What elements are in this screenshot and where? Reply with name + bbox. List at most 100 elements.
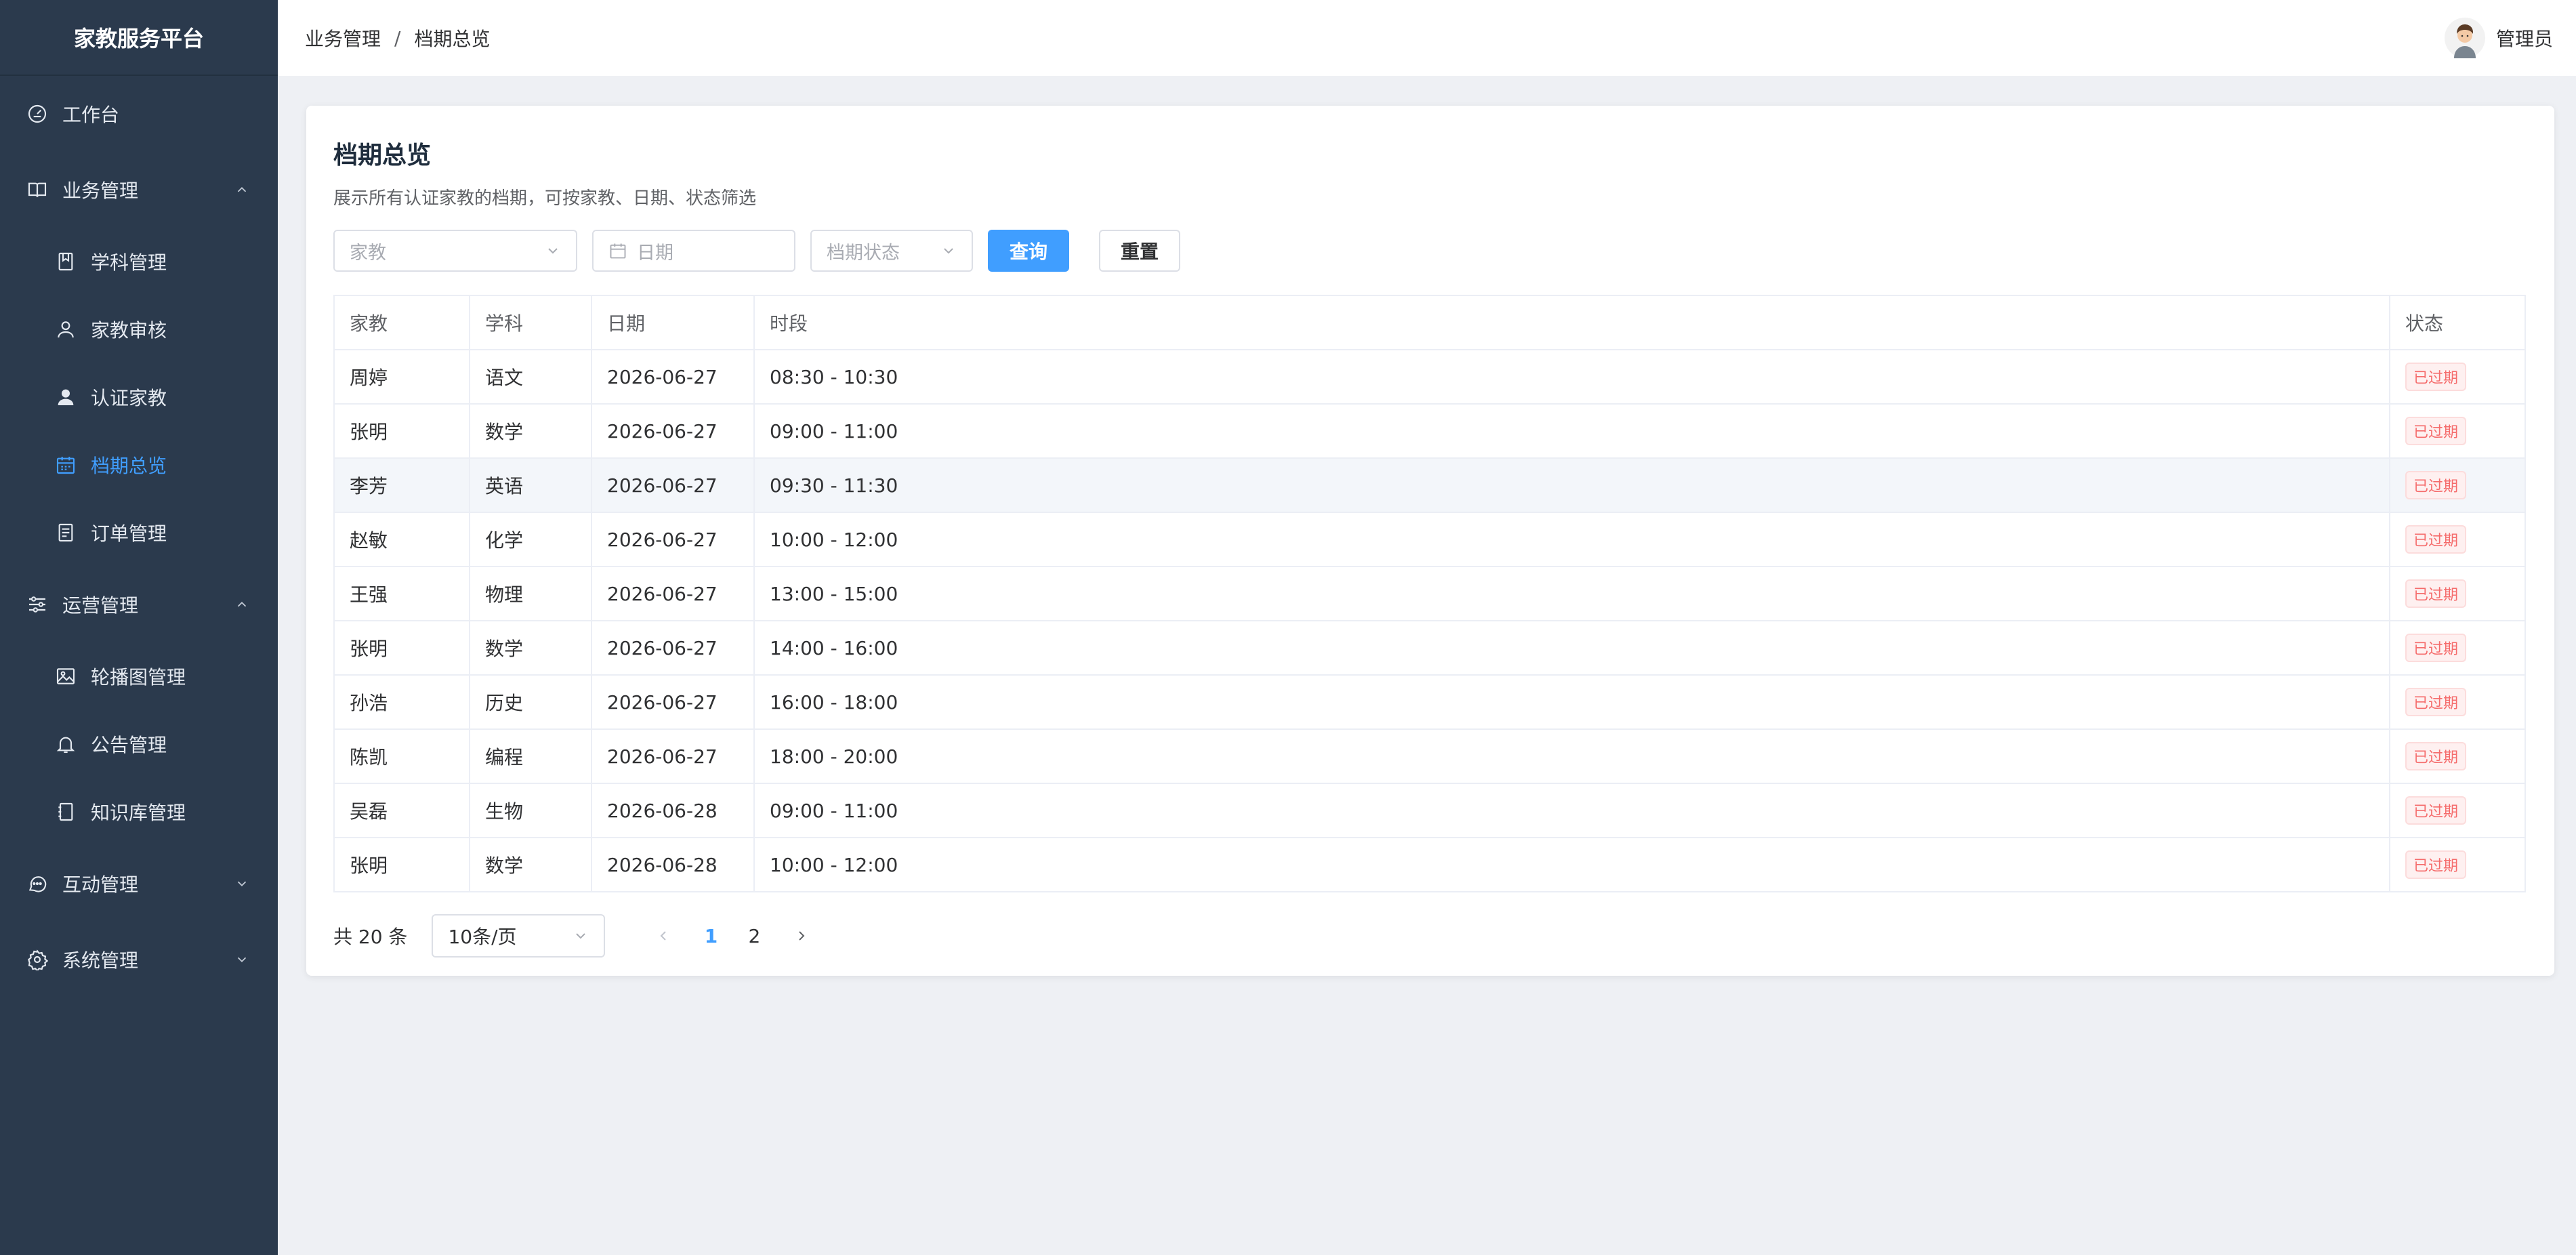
- date-picker[interactable]: 日期: [592, 230, 795, 272]
- column-header: 学科: [469, 295, 592, 350]
- status-badge: 已过期: [2405, 417, 2467, 445]
- page-title: 档期总览: [333, 142, 432, 169]
- sidebar-item-knowledge-base[interactable]: 知识库管理: [0, 778, 278, 846]
- status-badge: 已过期: [2405, 471, 2467, 499]
- status-cell: 已过期: [2389, 349, 2526, 405]
- sidebar: 家教服务平台 工作台 业务管理 学科管理 家教审核 认证家教 档期总览 订单管理…: [0, 0, 278, 1255]
- sidebar-item-announcements[interactable]: 公告管理: [0, 710, 278, 778]
- status-cell: 已过期: [2389, 512, 2526, 567]
- chevron-down-icon: [548, 248, 558, 254]
- table-row[interactable]: 李芳 英语 2026-06-27 09:30 - 11:30 已过期: [333, 457, 2526, 513]
- sidebar-item-system[interactable]: 系统管理: [0, 922, 278, 997]
- status-cell: 已过期: [2389, 457, 2526, 513]
- sidebar-item-workbench[interactable]: 工作台: [0, 76, 278, 152]
- book-icon: [26, 178, 49, 201]
- calendar-icon: [54, 453, 77, 476]
- user-filled-icon: [54, 386, 77, 409]
- status-select-placeholder: 档期状态: [827, 242, 900, 264]
- gear-icon: [26, 948, 49, 971]
- top-header: 业务管理 / 档期总览 管理员: [278, 0, 2576, 76]
- status-badge: 已过期: [2405, 363, 2467, 391]
- sidebar-item-orders[interactable]: 订单管理: [0, 499, 278, 567]
- tutor-cell: 周婷: [333, 349, 470, 405]
- bell-icon: [54, 733, 77, 756]
- tutor-select[interactable]: 家教: [333, 230, 577, 272]
- prev-page-icon[interactable]: [655, 928, 671, 944]
- tutor-cell: 孙浩: [333, 674, 470, 730]
- sidebar-item-label: 档期总览: [91, 455, 167, 477]
- date-cell: 2026-06-27: [591, 674, 755, 730]
- tutor-cell: 张明: [333, 620, 470, 676]
- document-icon: [54, 521, 77, 544]
- user-menu[interactable]: 管理员: [2444, 0, 2553, 76]
- tutor-cell: 张明: [333, 403, 470, 459]
- status-badge: 已过期: [2405, 796, 2467, 825]
- status-badge: 已过期: [2405, 742, 2467, 770]
- sidebar-item-schedule-overview[interactable]: 档期总览: [0, 431, 278, 499]
- table-row[interactable]: 张明 数学 2026-06-28 10:00 - 12:00 已过期: [333, 837, 2526, 892]
- sidebar-item-subjects[interactable]: 学科管理: [0, 228, 278, 295]
- page-size-select[interactable]: 10条/页: [432, 914, 606, 958]
- table-row[interactable]: 孙浩 历史 2026-06-27 16:00 - 18:00 已过期: [333, 674, 2526, 730]
- avatar: [2444, 18, 2485, 58]
- user-name: 管理员: [2495, 28, 2553, 50]
- table-row[interactable]: 赵敏 化学 2026-06-27 10:00 - 12:00 已过期: [333, 512, 2526, 567]
- sidebar-item-tutor-review[interactable]: 家教审核: [0, 295, 278, 363]
- reset-button[interactable]: 重置: [1099, 230, 1180, 272]
- date-cell: 2026-06-27: [591, 620, 755, 676]
- subject-cell: 英语: [469, 457, 592, 513]
- subject-cell: 生物: [469, 783, 592, 838]
- page-subtitle: 展示所有认证家教的档期，可按家教、日期、状态筛选: [333, 188, 757, 209]
- time-slot-cell: 08:30 - 10:30: [753, 349, 2390, 405]
- sidebar-item-business[interactable]: 业务管理: [0, 152, 278, 228]
- status-cell: 已过期: [2389, 837, 2526, 892]
- time-slot-cell: 16:00 - 18:00: [753, 674, 2390, 730]
- sidebar-item-label: 知识库管理: [91, 802, 186, 824]
- column-header: 家教: [333, 295, 470, 350]
- query-button[interactable]: 查询: [988, 230, 1069, 272]
- chevron-down-icon: [576, 933, 586, 939]
- time-slot-cell: 10:00 - 12:00: [753, 512, 2390, 567]
- page-number[interactable]: 2: [741, 925, 768, 947]
- notebook-icon: [54, 800, 77, 823]
- date-cell: 2026-06-27: [591, 566, 755, 621]
- tutor-cell: 李芳: [333, 457, 470, 513]
- sidebar-item-label: 系统管理: [62, 949, 139, 972]
- dashboard-icon: [26, 102, 49, 125]
- pagination: 共 20 条 10条/页 1 2: [333, 914, 2527, 958]
- sidebar-item-interaction[interactable]: 互动管理: [0, 846, 278, 922]
- date-cell: 2026-06-27: [591, 349, 755, 405]
- sidebar-item-certified-tutors[interactable]: 认证家教: [0, 363, 278, 431]
- user-outline-icon: [54, 318, 77, 341]
- table-row[interactable]: 吴磊 生物 2026-06-28 09:00 - 11:00 已过期: [333, 783, 2526, 838]
- time-slot-cell: 09:00 - 11:00: [753, 403, 2390, 459]
- sidebar-item-label: 业务管理: [62, 180, 139, 202]
- status-badge: 已过期: [2405, 525, 2467, 554]
- time-slot-cell: 18:00 - 20:00: [753, 728, 2390, 784]
- time-slot-cell: 09:00 - 11:00: [753, 783, 2390, 838]
- breadcrumb-business[interactable]: 业务管理: [305, 24, 381, 52]
- next-page-icon[interactable]: [793, 928, 810, 944]
- chat-icon: [26, 872, 49, 895]
- column-header: 时段: [753, 295, 2390, 350]
- sidebar-item-label: 运营管理: [62, 594, 139, 617]
- status-select[interactable]: 档期状态: [810, 230, 973, 272]
- table-row[interactable]: 周婷 语文 2026-06-27 08:30 - 10:30 已过期: [333, 349, 2526, 405]
- date-cell: 2026-06-28: [591, 837, 755, 892]
- sidebar-item-operations[interactable]: 运营管理: [0, 567, 278, 642]
- status-cell: 已过期: [2389, 674, 2526, 730]
- table-row[interactable]: 陈凯 编程 2026-06-27 18:00 - 20:00 已过期: [333, 728, 2526, 784]
- table-row[interactable]: 张明 数学 2026-06-27 09:00 - 11:00 已过期: [333, 403, 2526, 459]
- sidebar-item-carousel[interactable]: 轮播图管理: [0, 642, 278, 710]
- table-row[interactable]: 王强 物理 2026-06-27 13:00 - 15:00 已过期: [333, 566, 2526, 621]
- status-badge: 已过期: [2405, 850, 2467, 879]
- image-icon: [54, 665, 77, 688]
- table-row[interactable]: 张明 数学 2026-06-27 14:00 - 16:00 已过期: [333, 620, 2526, 676]
- status-cell: 已过期: [2389, 403, 2526, 459]
- tutor-cell: 王强: [333, 566, 470, 621]
- date-cell: 2026-06-27: [591, 403, 755, 459]
- tutor-cell: 赵敏: [333, 512, 470, 567]
- page-number[interactable]: 1: [697, 925, 724, 947]
- subject-cell: 物理: [469, 566, 592, 621]
- calendar-icon: [610, 243, 626, 259]
